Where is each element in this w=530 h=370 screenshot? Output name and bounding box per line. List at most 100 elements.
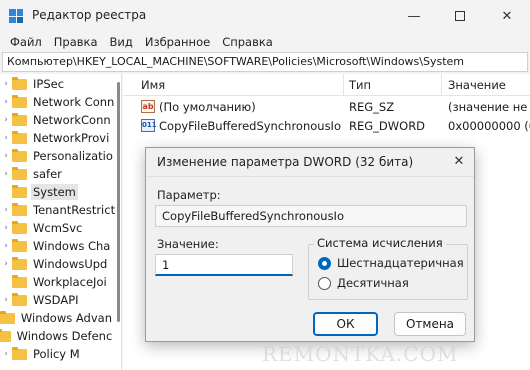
key-tree: › IPSec › Network Conn › NetworkConn › N… — [0, 74, 122, 370]
expand-icon[interactable]: › — [0, 295, 12, 305]
folder-icon — [12, 130, 27, 144]
menu-bar: Файл Правка Вид Избранное Справка — [0, 32, 530, 52]
tree-item-label: WSDAPI — [33, 293, 79, 307]
expand-icon[interactable]: › — [0, 349, 12, 359]
value-data: 0x00000000 (0) — [448, 119, 530, 133]
dialog-close-button[interactable]: ✕ — [444, 148, 474, 174]
address-bar[interactable]: Компьютер\HKEY_LOCAL_MACHINE\SOFTWARE\Po… — [2, 52, 528, 72]
column-divider[interactable] — [343, 74, 344, 96]
number-base-group — [308, 244, 468, 300]
expand-icon[interactable]: › — [0, 223, 12, 233]
divider — [146, 176, 474, 177]
folder-icon — [12, 76, 27, 90]
number-base-legend: Система исчисления — [314, 236, 446, 250]
value-name: (По умолчанию) — [159, 100, 256, 114]
tree-item-windows-cha[interactable]: › Windows Cha — [0, 236, 121, 256]
radio-label: Десятичная — [337, 276, 409, 290]
menu-view[interactable]: Вид — [104, 35, 139, 49]
tree-item-label: System — [31, 184, 78, 200]
menu-help[interactable]: Справка — [216, 35, 279, 49]
value-type: REG_SZ — [349, 100, 395, 114]
tree-item-label: Network Conn — [33, 95, 115, 109]
tree-item-label: NetworkConn — [33, 113, 111, 127]
column-name-header[interactable]: Имя — [141, 78, 165, 92]
folder-icon — [12, 148, 27, 162]
column-value-header[interactable]: Значение — [448, 78, 506, 92]
value-name: CopyFileBufferedSynchronousIo — [159, 119, 341, 133]
list-header: Имя Тип Значение — [123, 74, 530, 96]
param-name-field[interactable]: CopyFileBufferedSynchronousIo — [155, 205, 467, 227]
value-data: (значение не п — [448, 100, 530, 114]
edit-dword-dialog: Изменение параметра DWORD (32 бита) ✕ Па… — [145, 147, 475, 342]
tree-item-label: Policy M — [33, 347, 80, 361]
registry-editor-icon — [9, 9, 23, 23]
expand-icon[interactable]: › — [0, 151, 12, 161]
tree-item-networkconn[interactable]: › NetworkConn — [0, 110, 121, 130]
folder-icon — [12, 202, 27, 216]
tree-item-label: IPSec — [33, 77, 65, 91]
maximize-icon — [455, 11, 465, 21]
tree-item-label: TenantRestrict — [33, 203, 116, 217]
tree-item-windows-advanced[interactable]: › Windows Advan — [0, 308, 114, 328]
tree-item-personalization[interactable]: › Personalizatio — [0, 146, 121, 166]
string-value-icon: ab — [141, 100, 155, 113]
cancel-button[interactable]: Отмена — [394, 312, 466, 336]
column-divider[interactable] — [441, 74, 442, 96]
expand-icon[interactable]: › — [0, 133, 12, 143]
folder-icon — [12, 346, 27, 360]
folder-icon — [0, 328, 11, 342]
folder-icon — [12, 256, 27, 270]
folder-icon — [12, 166, 27, 180]
value-label: Значение: — [157, 237, 219, 251]
minimize-button[interactable]: — — [391, 0, 437, 32]
value-input[interactable]: 1 — [155, 254, 293, 276]
tree-item-wsdapi[interactable]: › WSDAPI — [0, 290, 121, 310]
tree-item-windows-defender[interactable]: › Windows Defenc — [0, 326, 114, 346]
tree-item-label: Windows Cha — [33, 239, 111, 253]
expand-icon[interactable]: › — [0, 169, 12, 179]
tree-item-label: WorkplaceJoi — [33, 275, 107, 289]
expand-icon[interactable]: › — [0, 205, 12, 215]
maximize-button[interactable] — [437, 0, 483, 32]
tree-item-windowsupd[interactable]: › WindowsUpd — [0, 254, 121, 274]
folder-icon — [12, 220, 27, 234]
tree-item-wcmsvc[interactable]: › WcmSvc — [0, 218, 121, 238]
tree-item-policy-manager[interactable]: › Policy M — [0, 344, 121, 364]
tree-item-system[interactable]: System — [0, 182, 121, 202]
folder-icon — [12, 94, 27, 108]
radio-label: Шестнадцатеричная — [337, 256, 464, 270]
tree-item-label: safer — [33, 167, 62, 181]
expand-icon[interactable]: › — [0, 241, 12, 251]
tree-item-label: WindowsUpd — [33, 257, 108, 271]
menu-edit[interactable]: Правка — [48, 35, 104, 49]
tree-item-tenantrestrict[interactable]: › TenantRestrict — [0, 200, 121, 220]
dialog-title: Изменение параметра DWORD (32 бита) — [157, 155, 414, 169]
tree-item-network-conn[interactable]: › Network Conn — [0, 92, 121, 112]
tree-scrollbar[interactable] — [117, 82, 120, 322]
expand-icon[interactable]: › — [0, 79, 12, 89]
expand-icon[interactable]: › — [0, 97, 12, 107]
radio-unselected-icon[interactable] — [318, 276, 331, 290]
radio-selected-icon[interactable] — [318, 256, 331, 270]
tree-item-ipsec[interactable]: › IPSec — [0, 74, 121, 94]
tree-item-label: WcmSvc — [33, 221, 83, 235]
column-type-header[interactable]: Тип — [349, 78, 371, 92]
radio-decimal[interactable]: Десятичная — [318, 275, 409, 291]
expand-icon[interactable]: › — [0, 259, 12, 269]
list-row[interactable]: ab (По умолчанию) REG_SZ (значение не п — [123, 98, 530, 117]
ok-button[interactable]: ОК — [313, 312, 378, 336]
close-button[interactable]: ✕ — [484, 0, 530, 32]
list-row[interactable]: 011 CopyFileBufferedSynchronousIo REG_DW… — [123, 117, 530, 136]
radio-hexadecimal[interactable]: Шестнадцатеричная — [318, 255, 464, 271]
tree-item-workplacejoin[interactable]: WorkplaceJoi — [0, 272, 121, 292]
menu-file[interactable]: Файл — [4, 35, 48, 49]
folder-icon — [12, 238, 27, 252]
value-type: REG_DWORD — [349, 119, 426, 133]
tree-item-networkprovi[interactable]: › NetworkProvi — [0, 128, 121, 148]
watermark: REMONTKA.COM — [262, 342, 459, 366]
window-title: Редактор реестра — [32, 8, 147, 22]
folder-icon — [12, 274, 27, 288]
tree-item-safer[interactable]: › safer — [0, 164, 121, 184]
expand-icon[interactable]: › — [0, 115, 12, 125]
menu-favorites[interactable]: Избранное — [139, 35, 216, 49]
